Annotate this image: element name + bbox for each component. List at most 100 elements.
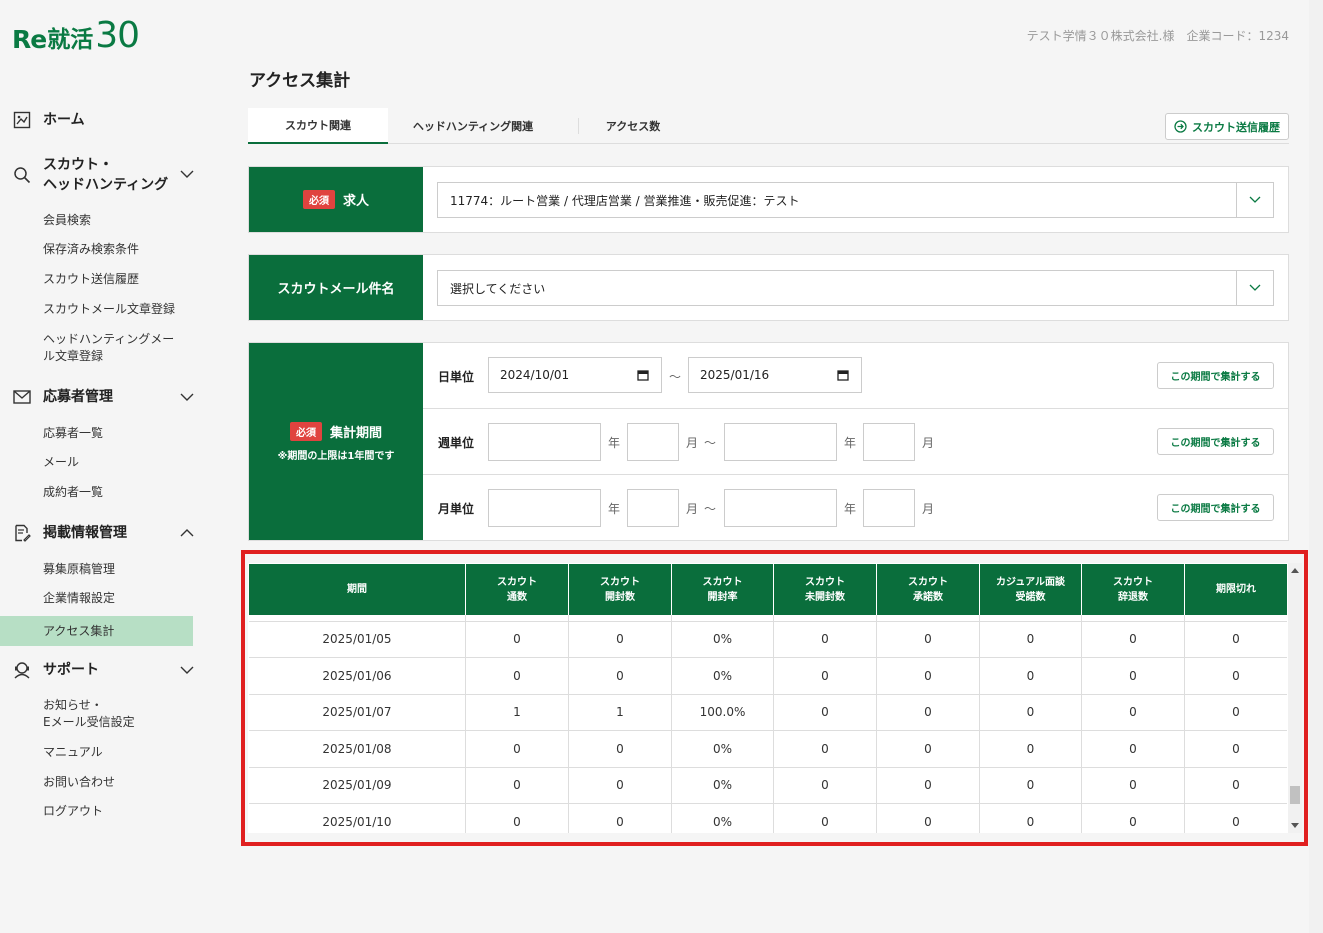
table-cell: 0 — [774, 658, 877, 694]
required-badge: 必須 — [302, 190, 335, 209]
scout-history-button[interactable]: スカウト送信履歴 — [1165, 113, 1289, 140]
column-header-line: スカウト — [702, 576, 743, 588]
table-header: 期間 スカウト 通数 スカウト 開封数 スカウト 開封率 スカウト 未開封数 スカウト 承諾数 カジュ… — [249, 564, 1287, 615]
table-cell: 0 — [1232, 668, 1240, 683]
nav-hh-mail-line1: ヘッドハンティングメー — [43, 332, 175, 346]
nav-posting[interactable]: 掲載情報管理 — [12, 523, 194, 543]
table-cell: 0 — [569, 767, 672, 803]
logo[interactable]: Re 就活 30 — [12, 15, 140, 56]
monthly-to-year-input[interactable] — [724, 489, 837, 527]
table-cell: 0 — [980, 731, 1082, 767]
mail-subject-label: スカウトメール件名 — [277, 282, 395, 297]
table-cell: 0 — [1082, 621, 1185, 657]
column-header: 期間 — [249, 564, 466, 615]
nav-contact[interactable]: お問い合わせ — [43, 774, 115, 791]
table-cell: 0 — [569, 615, 672, 621]
nav-contracted-list[interactable]: 成約者一覧 — [43, 484, 103, 501]
month-unit: 月 — [922, 436, 935, 450]
home-icon — [12, 110, 32, 130]
mail-subject-select[interactable]: 選択してください — [437, 270, 1274, 306]
table-cell: 2025/01/07 — [249, 694, 466, 730]
aggregate-weekly-button[interactable]: この期間で集計する — [1157, 428, 1274, 455]
weekly-to-month-input[interactable] — [863, 423, 915, 461]
column-header-line: カジュアル面談 — [996, 576, 1065, 588]
chevron-down-icon[interactable] — [180, 167, 194, 181]
nav-access[interactable]: アクセス集計 — [0, 616, 193, 646]
table-cell: 2025/01/10 — [249, 804, 466, 833]
job-select-value: 11774：ルート営業 / 代理店営業 / 営業推進・販売促進：テスト — [450, 193, 800, 208]
monthly-from-year-input[interactable] — [488, 489, 601, 527]
scout-history-button-label: スカウト送信履歴 — [1192, 120, 1280, 134]
table-row: 2025/01/09 0 0 0% 0 0 0 0 0 — [249, 767, 1287, 804]
monthly-to-month-input[interactable] — [863, 489, 915, 527]
daily-from-input[interactable]: 2024/10/01 — [488, 357, 662, 393]
daily-to-input[interactable]: 2025/01/16 — [688, 357, 862, 393]
nav-hh-mail-line2: ル文章登録 — [43, 349, 104, 363]
table-cell: 0 — [1185, 615, 1287, 621]
logo-num: 30 — [95, 15, 140, 56]
job-select[interactable]: 11774：ルート営業 / 代理店営業 / 営業推進・販売促進：テスト — [437, 182, 1274, 218]
table-cell: 0 — [466, 615, 569, 621]
nav-company-settings[interactable]: 企業情報設定 — [43, 590, 115, 607]
table-cell: 0% — [672, 615, 774, 621]
nav-applicant-list[interactable]: 応募者一覧 — [43, 425, 103, 442]
search-icon — [12, 165, 32, 185]
nav-mail[interactable]: メール — [43, 454, 79, 471]
nav-applicants[interactable]: 応募者管理 — [12, 387, 194, 407]
nav-manual[interactable]: マニュアル — [43, 744, 103, 761]
nav-scout-history[interactable]: スカウト送信履歴 — [43, 271, 139, 288]
table-cell: 1 — [466, 694, 569, 730]
scroll-up-icon[interactable] — [1291, 568, 1299, 573]
table-cell: 0 — [466, 621, 569, 657]
chevron-up-icon[interactable] — [180, 526, 194, 540]
calendar-icon[interactable] — [637, 369, 649, 381]
monthly-from-month-input[interactable] — [627, 489, 679, 527]
aggregate-daily-button[interactable]: この期間で集計する — [1157, 362, 1274, 389]
tab-scout[interactable]: スカウト関連 — [248, 108, 388, 144]
period-note: ※期間の上限は1年間です — [277, 450, 395, 462]
tab-headhunting[interactable]: ヘッドハンティング関連 — [388, 108, 558, 144]
table-cell: 2025/01/08 — [249, 731, 466, 767]
weekly-from-year-input[interactable] — [488, 423, 601, 461]
chevron-down-icon[interactable] — [180, 390, 194, 404]
aggregate-monthly-button[interactable]: この期間で集計する — [1157, 494, 1274, 521]
table-scrollbar[interactable] — [1288, 563, 1302, 833]
chevron-down-icon[interactable] — [180, 663, 194, 677]
column-header: 期限切れ — [1185, 564, 1287, 615]
table-cell: 100.0% — [672, 694, 774, 730]
weekly-from-month-input[interactable] — [627, 423, 679, 461]
column-header: スカウト 辞退数 — [1082, 564, 1185, 615]
table-body[interactable]: 2025/01/04000%000002025/01/05000%0000020… — [249, 615, 1287, 833]
table-cell: 0% — [672, 731, 774, 767]
column-header: スカウト 通数 — [466, 564, 569, 615]
table-cell: 0 — [466, 658, 569, 694]
nav-member-search[interactable]: 会員検索 — [43, 212, 91, 229]
scroll-down-icon[interactable] — [1291, 823, 1299, 828]
required-badge: 必須 — [289, 421, 322, 441]
tab-access-count[interactable]: アクセス数 — [578, 108, 688, 144]
nav-scout[interactable]: スカウト・ ヘッドハンティング — [12, 155, 194, 195]
nav-scout-mail-register[interactable]: スカウトメール文章登録 — [43, 301, 175, 318]
scroll-thumb[interactable] — [1290, 786, 1300, 804]
table-cell: 0 — [1082, 804, 1185, 833]
nav-hh-mail-register[interactable]: ヘッドハンティングメー ル文章登録 — [43, 331, 174, 365]
nav-saved-conditions[interactable]: 保存済み検索条件 — [43, 241, 139, 258]
tilde: 〜 — [669, 370, 682, 384]
period-row: 必須 集計期間 ※期間の上限は1年間です 日単位 2024/10/01 〜 20… — [248, 342, 1289, 541]
column-header-line: 通数 — [507, 591, 527, 603]
table-cell: 0 — [569, 731, 672, 767]
nav-notice[interactable]: お知らせ・ Eメール受信設定 — [43, 697, 135, 731]
nav-logout[interactable]: ログアウト — [43, 803, 103, 820]
nav-support[interactable]: サポート — [12, 660, 194, 680]
table-cell: 0 — [877, 767, 980, 803]
nav-manuscript[interactable]: 募集原稿管理 — [43, 561, 115, 578]
nav-home[interactable]: ホーム — [12, 110, 194, 130]
mail-subject-label-cell: スカウトメール件名 — [249, 255, 423, 320]
weekly-to-year-input[interactable] — [724, 423, 837, 461]
nav-posting-label: 掲載情報管理 — [43, 525, 127, 541]
logo-kanji: 就活 — [47, 27, 94, 53]
nav-scout-line2: ヘッドハンティング — [43, 177, 169, 193]
year-unit: 年 — [844, 436, 857, 450]
calendar-icon[interactable] — [837, 369, 849, 381]
page-scrollbar[interactable] — [1309, 0, 1323, 933]
